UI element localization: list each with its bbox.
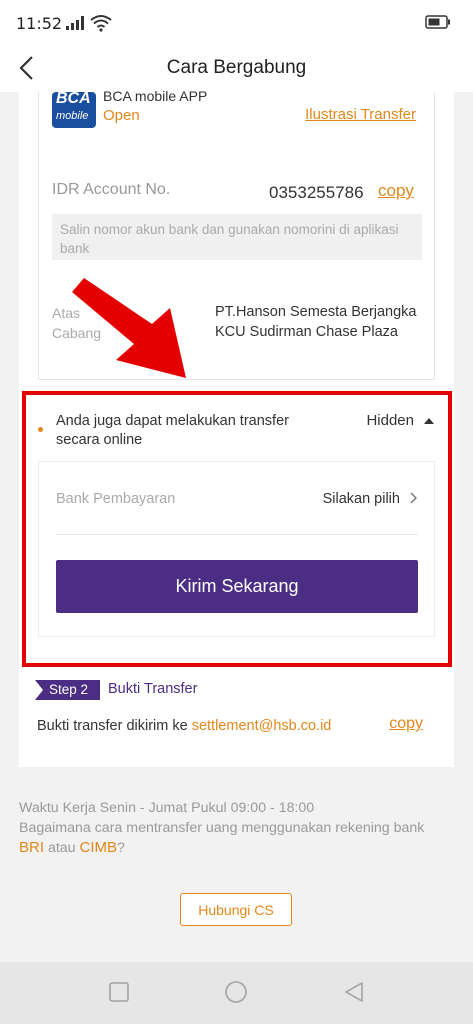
bca-transfer-box: BCA mobile BCA mobile APP Open Ilustrasi… xyxy=(38,88,435,380)
branch-label: Cabang xyxy=(52,325,102,341)
system-nav-bar xyxy=(0,962,473,1024)
battery-icon xyxy=(425,15,450,29)
caret-up-icon xyxy=(424,418,434,425)
working-hours: Waktu Kerja Senin - Jumat Pukul 09:00 - … xyxy=(19,800,315,816)
account-number: 0353255786 xyxy=(269,183,364,202)
bank-select-row[interactable]: Bank Pembayaran Silakan pilih xyxy=(56,462,418,535)
cimb-link[interactable]: CIMB xyxy=(80,839,118,856)
bank-links: BRI atau CIMB? xyxy=(19,838,459,859)
bca-logo-subtext: mobile xyxy=(56,110,89,122)
conjunction-text: atau xyxy=(44,840,80,856)
open-bca-app-link[interactable]: Open xyxy=(103,107,140,124)
header: Cara Bergabung xyxy=(0,44,473,92)
step-title: Bukti Transfer xyxy=(108,681,198,697)
signal-icon xyxy=(66,16,84,30)
branch-value: KCU Sudirman Chase Plaza xyxy=(215,324,398,340)
copy-account-button[interactable]: copy xyxy=(378,181,414,201)
bri-link[interactable]: BRI xyxy=(19,839,44,856)
bukti-transfer-text: Bukti transfer dikirim ke settlement@hsb… xyxy=(37,718,331,734)
question-mark: ? xyxy=(117,840,125,856)
step-badge-text: Step 2 xyxy=(49,682,89,697)
contact-cs-button[interactable]: Hubungi CS xyxy=(180,893,292,926)
bca-logo-text: BCA xyxy=(56,92,91,107)
bukti-prefix: Bukti transfer dikirim ke xyxy=(37,718,192,734)
wifi-icon xyxy=(90,15,112,32)
transfer-question: Bagaimana cara mentransfer uang mengguna… xyxy=(19,819,425,836)
online-transfer-box: Bank Pembayaran Silakan pilih Kirim Seka… xyxy=(38,461,435,637)
copy-email-button[interactable]: copy xyxy=(389,715,423,733)
settlement-email-link[interactable]: settlement@hsb.co.id xyxy=(192,718,332,734)
chevron-right-icon xyxy=(410,492,417,504)
screen: 11:52 Cara Bergabung BCA mobile BCA mobi… xyxy=(0,0,473,1024)
status-bar: 11:52 xyxy=(0,0,473,44)
account-label: IDR Account No. xyxy=(52,181,171,198)
footer-info: Waktu Kerja Senin - Jumat Pukul 09:00 - … xyxy=(19,799,459,859)
transfer-card: BCA mobile BCA mobile APP Open Ilustrasi… xyxy=(19,88,454,767)
circle-icon[interactable] xyxy=(224,980,248,1004)
triangle-back-icon[interactable] xyxy=(342,980,366,1004)
online-transfer-text: Anda juga dapat melakukan transfer secar… xyxy=(56,413,289,448)
bank-placeholder: Silakan pilih xyxy=(322,491,400,507)
status-time: 11:52 xyxy=(16,14,63,33)
page-title: Cara Bergabung xyxy=(166,57,307,78)
bullet-dot xyxy=(38,427,43,432)
bank-select-value: Silakan pilih xyxy=(323,491,418,507)
send-now-button[interactable]: Kirim Sekarang xyxy=(56,560,418,613)
bank-label: Bank Pembayaran xyxy=(56,491,176,507)
bca-app-name: BCA mobile APP xyxy=(103,88,208,104)
bca-mobile-logo: BCA mobile xyxy=(52,92,96,128)
account-holder-label: Atas xyxy=(52,305,81,321)
illustration-transfer-link[interactable]: Ilustrasi Transfer xyxy=(305,106,416,123)
account-holder-value: PT.Hanson Semesta Berjangka xyxy=(215,304,417,320)
square-icon[interactable] xyxy=(107,980,131,1004)
hidden-toggle[interactable]: Hidden xyxy=(366,412,434,429)
account-hint: Salin nomor akun bank dan gunakan nomori… xyxy=(52,214,422,260)
hidden-toggle-label: Hidden xyxy=(366,412,414,429)
